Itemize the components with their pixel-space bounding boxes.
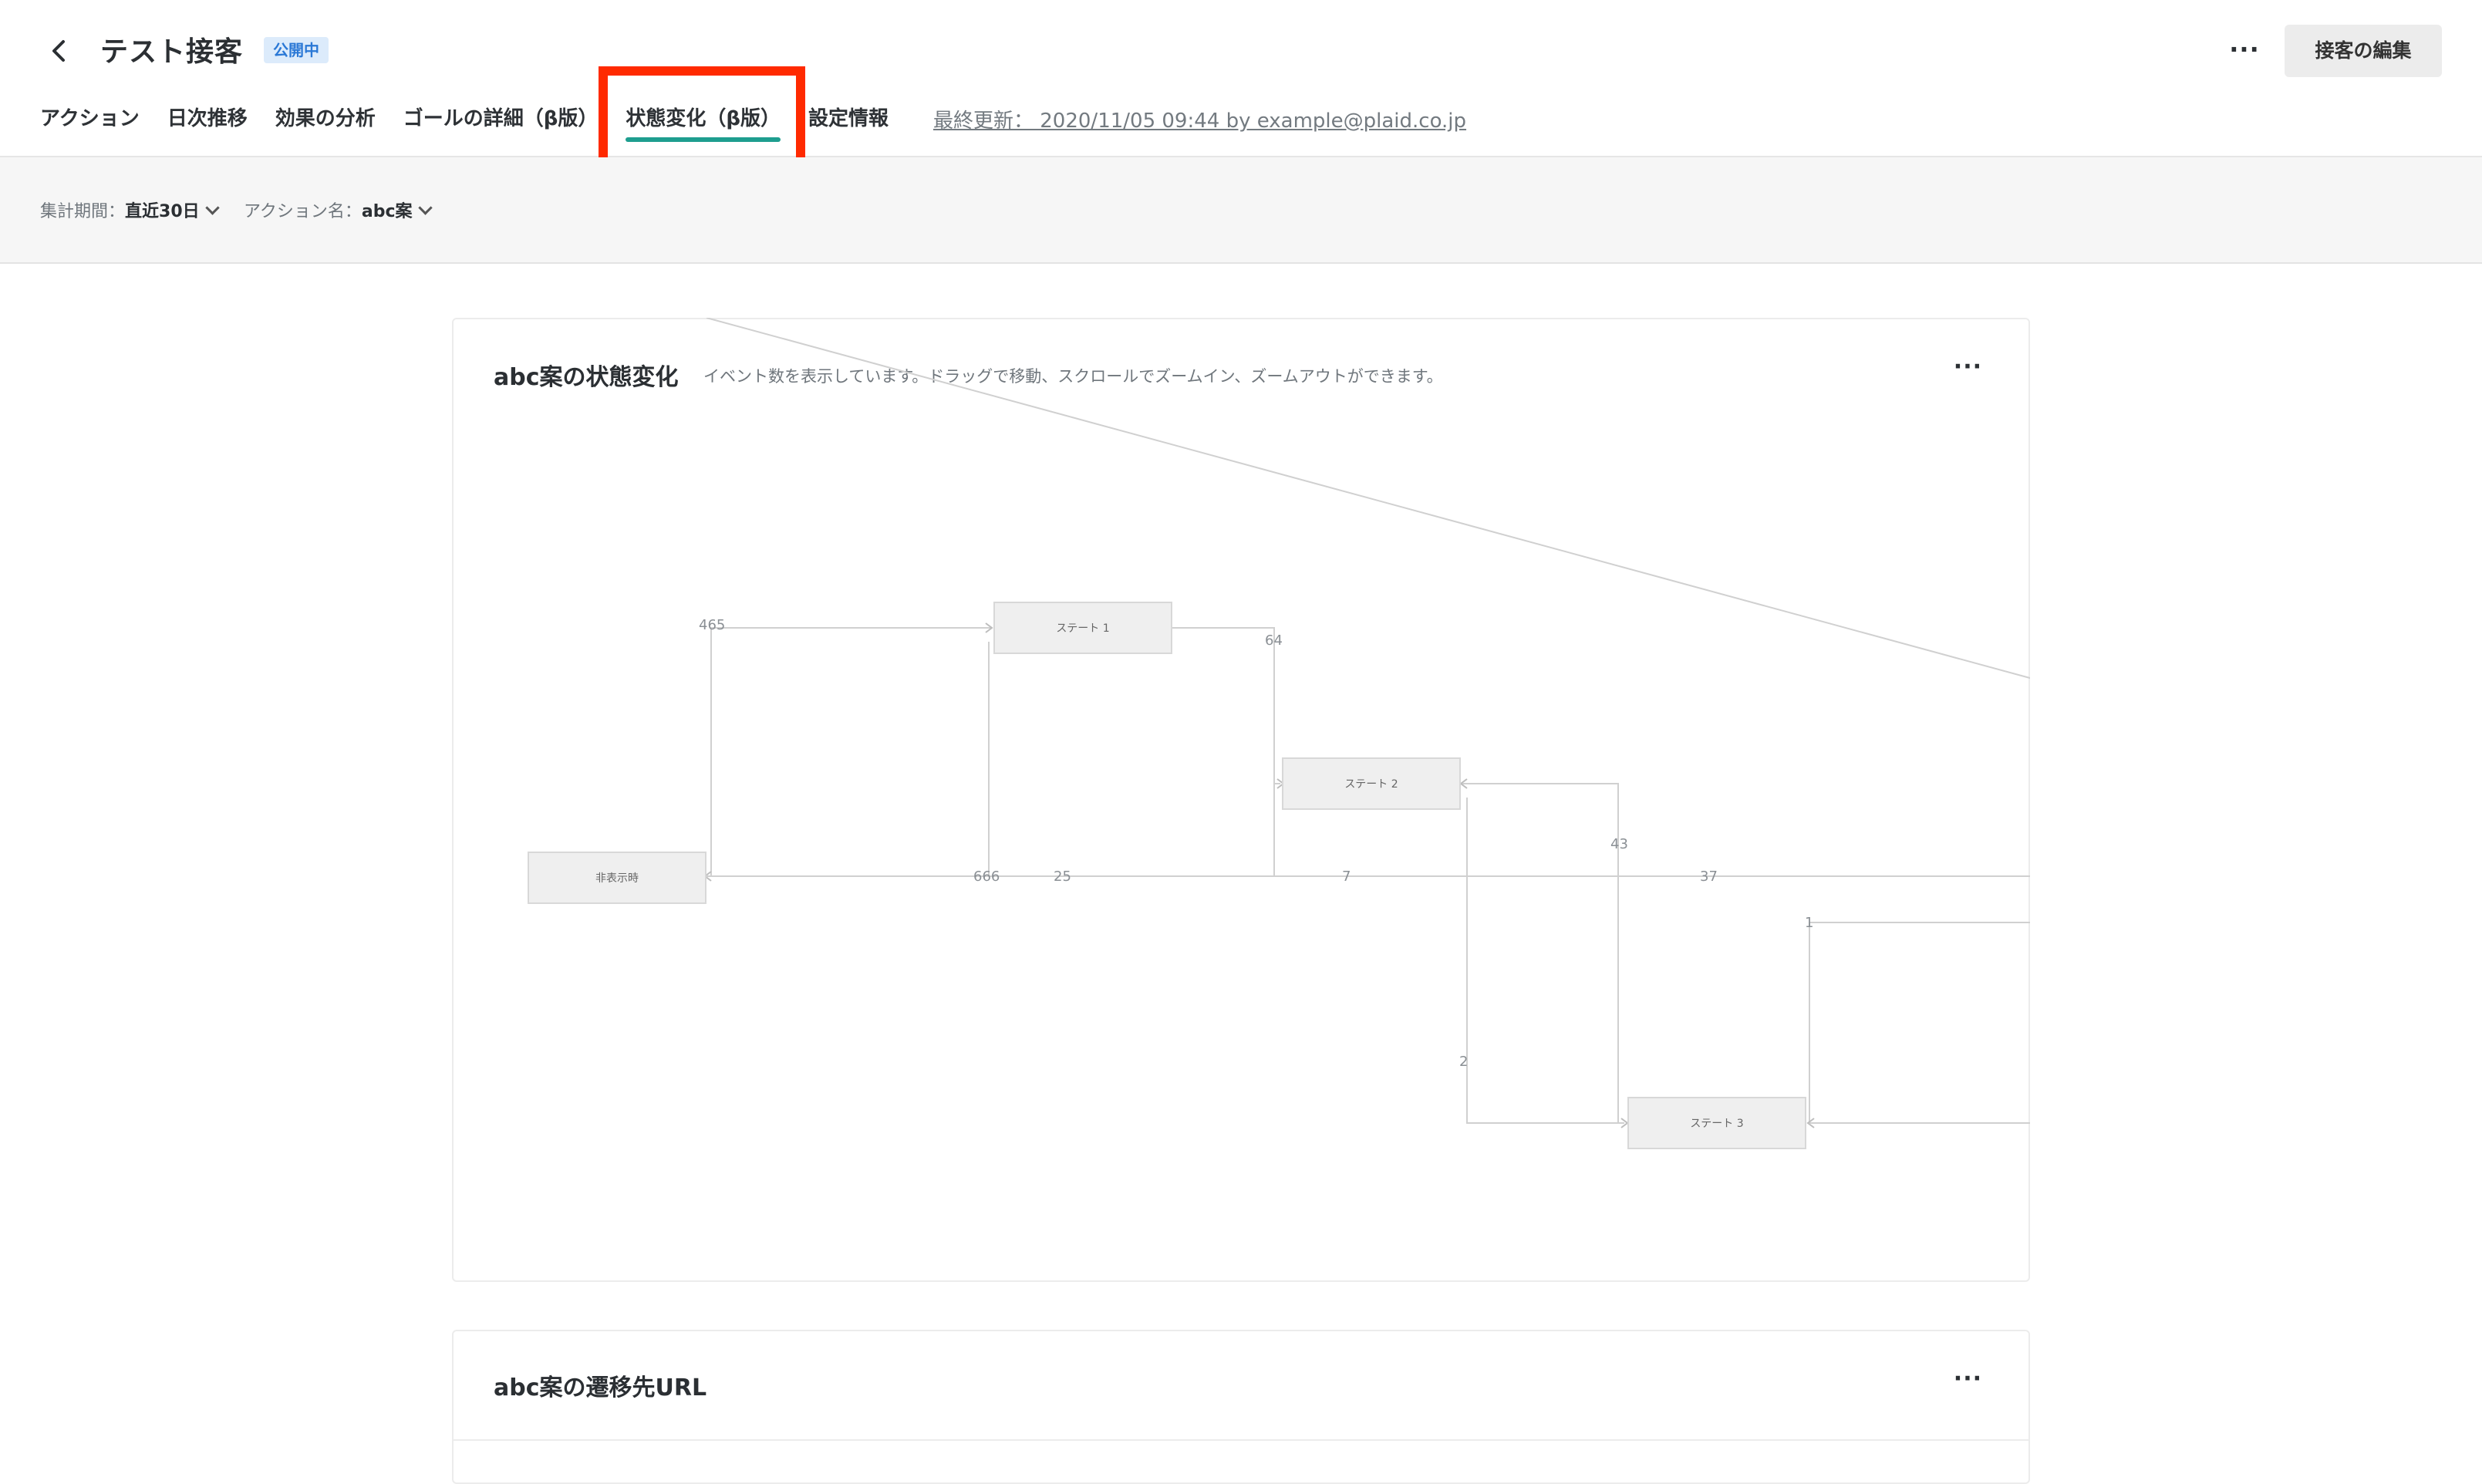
tab-state-change[interactable]: 状態変化（β版） (626, 103, 781, 142)
period-filter[interactable]: 集計期間：直近30日 (40, 197, 220, 222)
card-more-button[interactable]: ··· (1954, 1365, 1982, 1392)
more-menu-button[interactable]: ··· (2226, 34, 2263, 68)
tab-settings[interactable]: 設定情報 (808, 103, 889, 142)
period-filter-label: 集計期間： (40, 202, 126, 221)
chevron-left-icon (52, 40, 65, 62)
card-divider (454, 1439, 2028, 1441)
tab-effect-analysis[interactable]: 効果の分析 (275, 103, 376, 142)
destination-url-card: abc案の遷移先URL ··· (452, 1330, 2030, 1484)
edge-hidden-to-state1 (710, 627, 992, 876)
action-name-filter[interactable]: アクション名：abc案 (244, 197, 433, 222)
edge-label: 1 (1805, 915, 1814, 931)
edge-state3-out (1809, 922, 2030, 1123)
edge-label: 37 (1700, 868, 1718, 885)
status-badge: 公開中 (264, 37, 329, 63)
edge-label: 64 (1265, 632, 1283, 649)
edge-label: 25 (1054, 868, 1071, 885)
card-title: abc案の遷移先URL (494, 1374, 707, 1401)
back-button[interactable] (40, 32, 77, 69)
node-hidden[interactable]: 非表示時 (528, 852, 706, 904)
edge-state2-to-state3 (1466, 798, 1624, 1124)
edge-label: 666 (973, 868, 1000, 885)
edge-label: 2 (1459, 1054, 1469, 1070)
page-title: テスト接客 (100, 36, 244, 68)
edge-state1-to-hidden (706, 642, 990, 877)
edge-state3-to-state2 (1461, 783, 1619, 1123)
tab-bar: アクション 日次推移 効果の分析 ゴールの詳細（β版） 状態変化（β版） 設定情… (40, 103, 916, 157)
state-transition-diagram[interactable]: 非表示時 ステート 1 ステート 2 ステート 3 465 64 43 666 … (452, 318, 2030, 1282)
action-filter-value: abc案 (361, 202, 413, 221)
edge-label: 43 (1610, 836, 1628, 852)
action-filter-label: アクション名： (244, 202, 362, 221)
filter-bar: 集計期間：直近30日 アクション名：abc案 (0, 157, 2482, 264)
chevron-down-icon (204, 201, 220, 215)
last-updated-link[interactable]: 最終更新： 2020/11/05 09:44 by example@plaid.… (933, 105, 1466, 133)
node-state3[interactable]: ステート 3 (1627, 1097, 1806, 1149)
tab-goal-details[interactable]: ゴールの詳細（β版） (403, 103, 599, 142)
page-header: テスト接客 公開中 ··· 接客の編集 アクション 日次推移 効果の分析 ゴール… (0, 0, 2482, 157)
edge-label: 7 (1342, 868, 1351, 885)
edit-action-button[interactable]: 接客の編集 (2285, 25, 2442, 77)
edge-state1-to-state2 (1172, 627, 1280, 784)
tab-action[interactable]: アクション (40, 103, 140, 142)
period-filter-value: 直近30日 (125, 202, 200, 221)
edge-state3-return (1809, 1122, 2030, 1124)
edge-lines (706, 318, 2030, 1124)
node-state1[interactable]: ステート 1 (993, 602, 1172, 654)
node-state2[interactable]: ステート 2 (1282, 757, 1461, 810)
edge-label: 465 (699, 617, 726, 633)
chevron-down-icon (417, 201, 433, 215)
tab-daily-trend[interactable]: 日次推移 (167, 103, 248, 142)
